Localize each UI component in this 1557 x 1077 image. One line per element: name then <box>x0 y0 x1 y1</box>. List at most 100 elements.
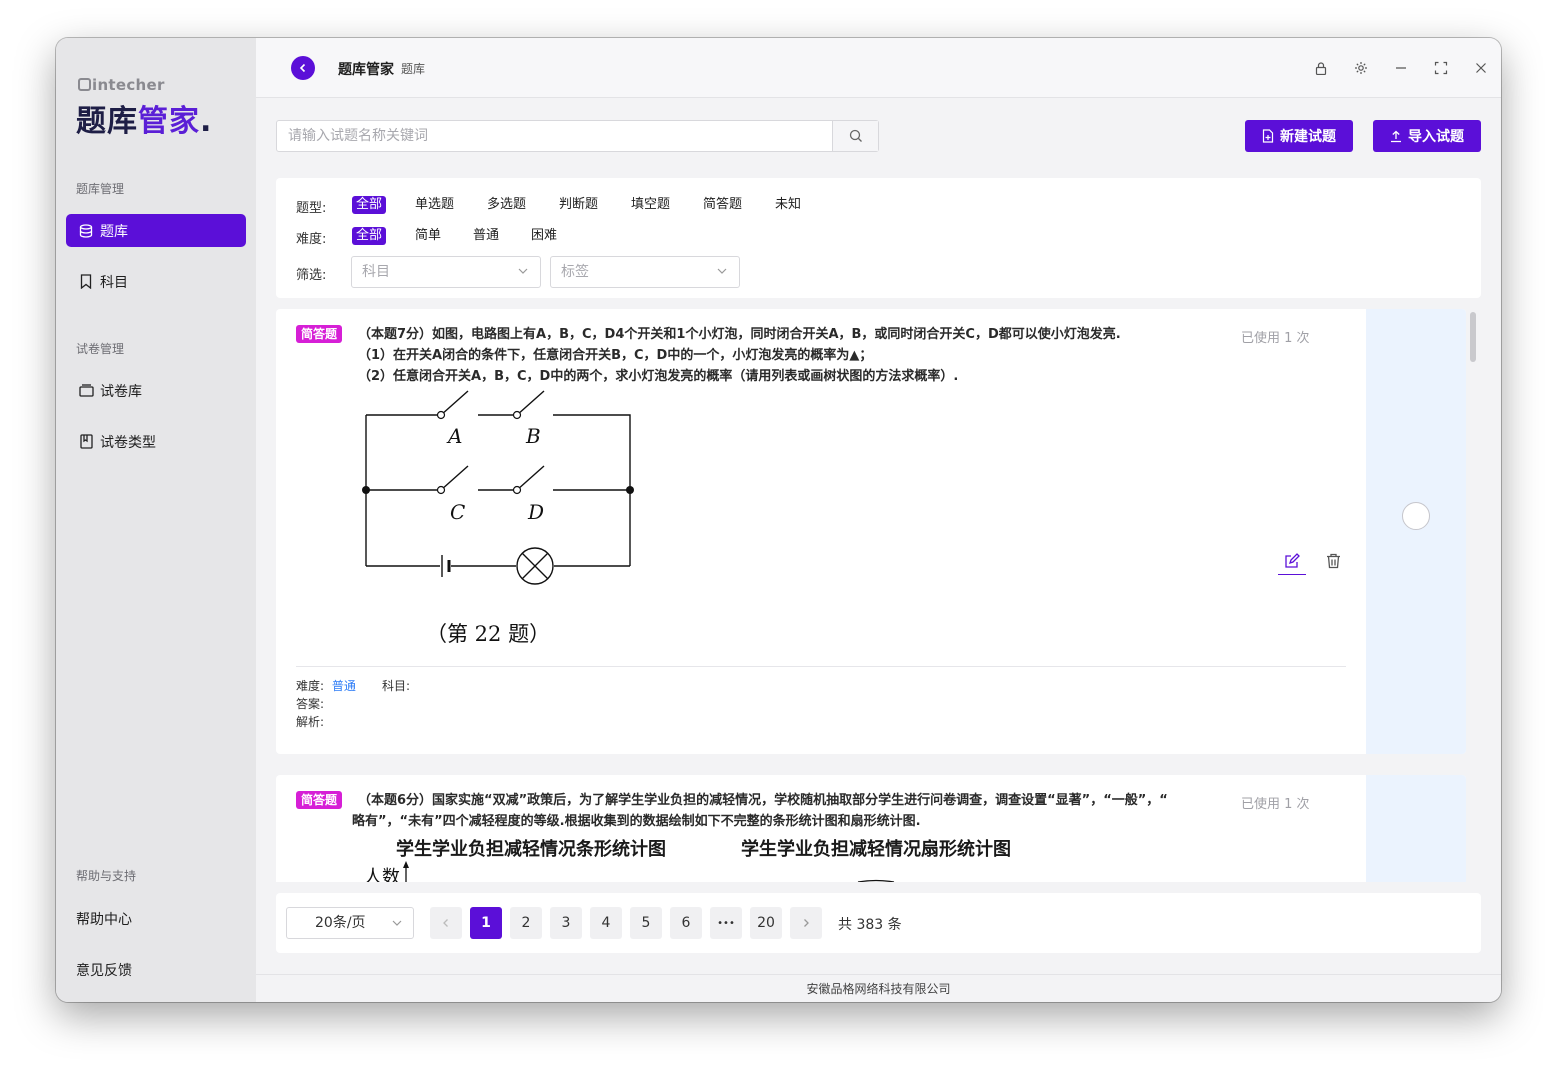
chevron-down-icon <box>518 268 528 274</box>
page-button[interactable]: 3 <box>550 907 582 939</box>
edit-icon <box>1285 552 1300 568</box>
search-icon <box>849 129 862 142</box>
page-button[interactable]: 20 <box>750 907 782 939</box>
scrollbar-thumb[interactable] <box>1470 312 1476 362</box>
new-question-button[interactable]: 新建试题 <box>1245 120 1353 152</box>
type-option-short-answer[interactable]: 简答题 <box>699 196 746 214</box>
page-button[interactable]: 2 <box>510 907 542 939</box>
close-button[interactable] <box>1471 58 1491 78</box>
section-question-bank: 题库管理 <box>76 182 125 196</box>
back-button[interactable] <box>291 56 315 80</box>
minimize-icon <box>1396 67 1406 69</box>
page-button[interactable]: 4 <box>590 907 622 939</box>
pagination: 20条/页 1 2 3 4 5 6 ••• 20 共 383 条 <box>276 893 1481 953</box>
sidebar-item-label: 题库 <box>100 223 128 240</box>
sidebar-item-paper-library[interactable]: 试卷库 <box>66 374 246 407</box>
page-title: 题库管家 <box>338 62 394 78</box>
switch-label: A <box>446 424 462 448</box>
import-question-button[interactable]: 导入试题 <box>1373 120 1481 152</box>
total-count: 共 383 条 <box>838 917 902 933</box>
section-paper-management: 试卷管理 <box>76 342 125 356</box>
type-option-unknown[interactable]: 未知 <box>771 196 805 214</box>
app-window: intecher 题库管家. 题库管理 题库 科目 试卷管理 试卷库 试卷类型 … <box>56 38 1501 1002</box>
difficulty-filter-label: 难度: <box>296 232 327 247</box>
section-help: 帮助与支持 <box>76 869 137 883</box>
edit-button[interactable] <box>1278 547 1306 575</box>
question-type-badge: 简答题 <box>296 325 343 343</box>
type-option-multiple[interactable]: 多选题 <box>483 196 530 214</box>
lock-button[interactable] <box>1311 58 1331 78</box>
sidebar-item-label: 试卷类型 <box>100 434 156 451</box>
maximize-button[interactable] <box>1431 58 1451 78</box>
type-option-all[interactable]: 全部 <box>352 196 387 214</box>
pie-chart-edge <box>857 879 895 882</box>
difficulty-option-normal[interactable]: 普通 <box>469 227 503 245</box>
next-page-button[interactable] <box>790 907 822 939</box>
chevron-right-icon <box>804 919 809 927</box>
trash-icon <box>1326 553 1340 569</box>
sidebar-item-label: 试卷库 <box>100 383 142 400</box>
page-button[interactable]: 5 <box>630 907 662 939</box>
difficulty-option-easy[interactable]: 简单 <box>411 227 445 245</box>
prev-page-button[interactable] <box>430 907 462 939</box>
fullscreen-icon <box>1434 61 1448 75</box>
help-center-link[interactable]: 帮助中心 <box>76 909 132 929</box>
question-line: （本题6分）国家实施“双减”政策后，为了解学生学业负担的减轻情况，学校随机抽取部… <box>358 793 1168 808</box>
page-button[interactable]: 6 <box>670 907 702 939</box>
analysis-meta-label: 解析: <box>296 715 325 729</box>
select-radio[interactable] <box>1402 502 1430 530</box>
subject-select[interactable]: 科目 <box>351 256 541 288</box>
database-icon <box>78 223 94 239</box>
sidebar-item-subject[interactable]: 科目 <box>66 265 246 298</box>
brand-logo-small: intecher <box>78 76 165 94</box>
bar-chart-title: 学生学业负担减轻情况条形统计图 <box>396 839 666 860</box>
switch-label: B <box>525 424 541 448</box>
type-option-judge[interactable]: 判断题 <box>555 196 602 214</box>
page-ellipsis[interactable]: ••• <box>710 907 742 939</box>
question-type-badge: 简答题 <box>296 791 343 809</box>
search-box <box>276 120 879 152</box>
switch-label: C <box>450 500 465 524</box>
subject-meta-label: 科目: <box>382 679 411 693</box>
import-question-label: 导入试题 <box>1408 129 1464 145</box>
title-bar: 题库管家 题库 <box>256 38 1501 98</box>
gear-icon <box>1355 62 1367 74</box>
tag-select[interactable]: 标签 <box>550 256 740 288</box>
type-option-single[interactable]: 单选题 <box>411 196 458 214</box>
minimize-button[interactable] <box>1391 58 1411 78</box>
circuit-diagram: A B C D （第 22 题） <box>362 390 634 646</box>
sidebar-item-question-bank[interactable]: 题库 <box>66 214 246 247</box>
search-input[interactable] <box>277 121 833 151</box>
delete-button[interactable] <box>1322 547 1344 575</box>
footer-company: 安徽品格网络科技有限公司 <box>256 974 1501 1002</box>
settings-button[interactable] <box>1351 58 1371 78</box>
page-subtitle: 题库 <box>401 62 426 76</box>
question-card[interactable]: 简答题 （本题6分）国家实施“双减”政策后，为了解学生学业负担的减轻情况，学校随… <box>276 775 1466 882</box>
question-list: 简答题 （本题7分）如图，电路图上有A，B，C，D4个开关和1个小灯泡，同时闭合… <box>276 309 1466 882</box>
subject-select-placeholder: 科目 <box>362 264 390 280</box>
brand-logo: 题库管家. <box>76 104 213 139</box>
question-line: （2）任意闭合开关A，B，C，D中的两个，求小灯泡发亮的概率（请用列表或画树状图… <box>358 369 959 384</box>
question-card[interactable]: 简答题 （本题7分）如图，电路图上有A，B，C，D4个开关和1个小灯泡，同时闭合… <box>276 309 1466 754</box>
answer-meta-label: 答案: <box>296 697 325 711</box>
search-button[interactable] <box>832 121 878 151</box>
page-size-select[interactable]: 20条/页 <box>286 907 414 939</box>
page-button[interactable]: 1 <box>470 907 502 939</box>
upload-icon <box>1391 130 1401 142</box>
scrollbar[interactable] <box>1468 309 1476 882</box>
feedback-link[interactable]: 意见反馈 <box>76 960 132 980</box>
question-line: 略有”，“未有”四个减轻程度的等级.根据收集到的数据绘制如下不完整的条形统计图和… <box>352 814 921 829</box>
type-option-fill[interactable]: 填空题 <box>627 196 674 214</box>
file-add-icon <box>1262 129 1274 143</box>
screen-filter-label: 筛选: <box>296 268 327 283</box>
close-icon <box>1476 63 1486 73</box>
chevron-left-icon <box>443 919 448 927</box>
y-axis-arrow <box>403 861 409 882</box>
sidebar-item-paper-type[interactable]: 试卷类型 <box>66 425 246 458</box>
difficulty-option-hard[interactable]: 困难 <box>527 227 561 245</box>
bookmark-icon <box>78 274 94 290</box>
sidebar-item-label: 科目 <box>100 274 128 291</box>
lock-icon <box>1315 61 1327 75</box>
selection-panel <box>1366 775 1466 882</box>
difficulty-option-all[interactable]: 全部 <box>352 227 387 245</box>
